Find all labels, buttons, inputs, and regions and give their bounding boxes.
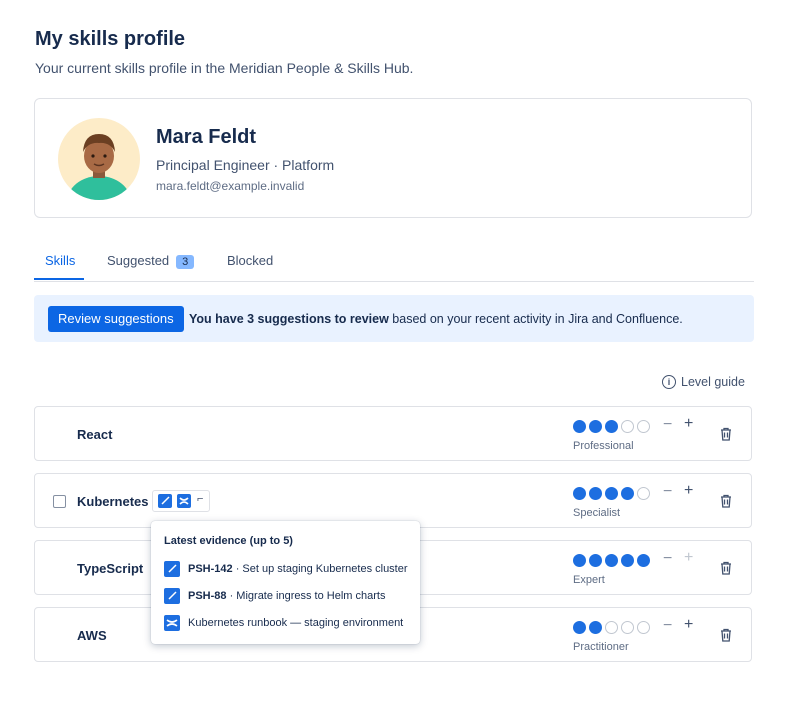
level-dot-filled bbox=[573, 621, 586, 634]
level-dot-filled bbox=[573, 554, 586, 567]
decrease-level-button[interactable]: − bbox=[663, 416, 672, 434]
level-dot-empty bbox=[621, 621, 634, 634]
level-label: Specialist bbox=[573, 507, 621, 519]
skill-row-kubernetes: Kubernetes ⌐ Specialist − + bbox=[34, 473, 752, 528]
evidence-item[interactable]: PSH-142 · Set up staging Kubernetes clus… bbox=[164, 561, 408, 577]
level-dots bbox=[573, 621, 650, 634]
active-tab-indicator bbox=[34, 278, 84, 280]
level-dot-filled bbox=[637, 554, 650, 567]
evidence-item[interactable]: PSH-88 · Migrate ingress to Helm charts bbox=[164, 588, 385, 604]
evidence-sources-button[interactable]: ⌐ bbox=[152, 490, 210, 512]
level-dots bbox=[573, 420, 650, 433]
tab-label: Blocked bbox=[227, 253, 274, 268]
issue-key: PSH-88 bbox=[188, 590, 227, 602]
page-title: My skills profile bbox=[35, 28, 186, 50]
tab-label: Skills bbox=[45, 253, 76, 268]
suggested-count-badge: 3 bbox=[176, 255, 195, 269]
tab-bar: Skills Suggested 3 Blocked bbox=[34, 244, 754, 282]
trash-icon[interactable] bbox=[720, 628, 732, 647]
increase-level-button[interactable]: + bbox=[684, 616, 693, 634]
banner-message: You have 3 suggestions to review based o… bbox=[189, 312, 683, 326]
level-dot-filled bbox=[589, 487, 602, 500]
level-dots bbox=[573, 554, 650, 567]
suggestions-banner: Review suggestions You have 3 suggestion… bbox=[34, 295, 754, 342]
increase-level-button[interactable]: + bbox=[684, 549, 693, 567]
level-dot-filled bbox=[605, 420, 618, 433]
confluence-icon bbox=[164, 615, 180, 631]
page-subtitle: Your current skills profile in the Merid… bbox=[35, 60, 414, 76]
review-suggestions-button[interactable]: Review suggestions bbox=[48, 306, 184, 332]
level-dot-filled bbox=[605, 487, 618, 500]
evidence-popover: Latest evidence (up to 5) PSH-142 · Set … bbox=[151, 521, 420, 644]
trash-icon[interactable] bbox=[720, 494, 732, 513]
level-dot-filled bbox=[589, 554, 602, 567]
level-label: Professional bbox=[573, 440, 634, 452]
increase-level-button[interactable]: + bbox=[684, 415, 693, 433]
level-dot-filled bbox=[589, 420, 602, 433]
level-dot-empty bbox=[637, 621, 650, 634]
level-dot-empty bbox=[605, 621, 618, 634]
skill-checkbox[interactable] bbox=[53, 495, 66, 508]
profile-card: Mara Feldt Principal Engineer · Platform… bbox=[34, 98, 752, 218]
decrease-level-button[interactable]: − bbox=[663, 550, 672, 568]
person-avatar-icon bbox=[67, 134, 131, 200]
level-dot-filled bbox=[621, 554, 634, 567]
evidence-item[interactable]: Kubernetes runbook — staging environment bbox=[164, 615, 403, 631]
profile-name: Mara Feldt bbox=[156, 126, 257, 148]
level-label: Expert bbox=[573, 574, 605, 586]
level-dots bbox=[573, 487, 650, 500]
jira-icon bbox=[158, 494, 172, 508]
jira-icon bbox=[164, 588, 180, 604]
decrease-level-button[interactable]: − bbox=[663, 483, 672, 501]
banner-bold-text: You have 3 suggestions to review bbox=[189, 312, 389, 326]
level-guide-label: Level guide bbox=[681, 375, 745, 389]
avatar bbox=[58, 118, 140, 200]
level-dot-filled bbox=[621, 487, 634, 500]
increase-level-button[interactable]: + bbox=[684, 482, 693, 500]
level-dot-filled bbox=[573, 420, 586, 433]
tab-label: Suggested bbox=[107, 253, 170, 268]
decrease-level-button[interactable]: − bbox=[663, 617, 672, 635]
confluence-icon bbox=[177, 494, 191, 508]
banner-rest-text: based on your recent activity in Jira an… bbox=[388, 312, 683, 326]
skill-name: AWS bbox=[77, 628, 107, 643]
level-label: Practitioner bbox=[573, 641, 629, 653]
skill-name: Kubernetes bbox=[77, 494, 149, 509]
trash-icon[interactable] bbox=[720, 427, 732, 446]
level-dot-filled bbox=[589, 621, 602, 634]
evidence-text: · Migrate ingress to Helm charts bbox=[226, 590, 386, 602]
level-dot-filled bbox=[605, 554, 618, 567]
skill-row-react: React Professional − + bbox=[34, 406, 752, 461]
level-dot-filled bbox=[573, 487, 586, 500]
level-guide-link[interactable]: i Level guide bbox=[662, 375, 745, 389]
more-sources-icon: ⌐ bbox=[197, 493, 204, 505]
tab-suggested[interactable]: Suggested 3 bbox=[107, 253, 195, 269]
trash-icon[interactable] bbox=[720, 561, 732, 580]
issue-key: PSH-142 bbox=[188, 563, 233, 575]
tab-blocked[interactable]: Blocked bbox=[227, 253, 273, 268]
level-dot-empty bbox=[637, 487, 650, 500]
popover-title: Latest evidence (up to 5) bbox=[164, 535, 293, 547]
profile-role: Principal Engineer · Platform bbox=[156, 157, 335, 173]
level-dot-empty bbox=[637, 420, 650, 433]
profile-email: mara.feldt@example.invalid bbox=[156, 179, 305, 193]
tab-skills[interactable]: Skills bbox=[45, 253, 75, 268]
level-dot-empty bbox=[621, 420, 634, 433]
skill-name: TypeScript bbox=[77, 561, 144, 576]
evidence-text: · Set up staging Kubernetes cluster bbox=[232, 563, 408, 575]
skill-name: React bbox=[77, 427, 113, 442]
jira-icon bbox=[164, 561, 180, 577]
evidence-text: Kubernetes runbook — staging environment bbox=[188, 617, 404, 629]
info-icon: i bbox=[662, 375, 676, 389]
